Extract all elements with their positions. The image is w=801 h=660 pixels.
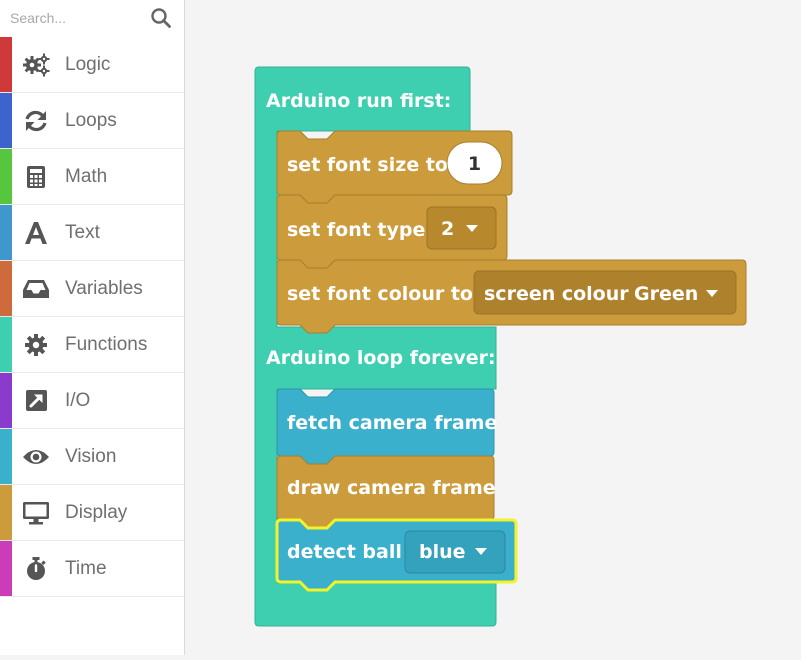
arduino-loop-forever-label: Arduino loop forever: [266,347,496,369]
font-type-value: 2 [441,218,454,240]
screen-colour-label: screen colour [484,283,629,305]
set-font-colour-label: set font colour to [287,283,473,305]
font-type-dropdown[interactable] [426,206,497,250]
detect-ball-block[interactable]: detect ball blue [275,518,518,592]
category-label-loops: Loops [65,110,117,131]
category-functions[interactable]: Functions [0,317,184,373]
fetch-camera-frame-label: fetch camera frame [287,412,497,434]
gears-icon [23,53,50,77]
category-label-logic: Logic [65,54,111,75]
arduino-run-first-label: Arduino run first: [266,90,451,112]
toolbox-sidebar: Logic Loops Math Text [0,0,185,655]
category-color-strip [0,149,12,204]
category-color-strip [0,205,12,260]
gear-icon [25,334,47,356]
draw-camera-frame-label: draw camera frame [287,477,496,499]
blocks-workspace[interactable]: Arduino run first: Arduino loop forever:… [185,0,801,655]
category-time[interactable]: Time [0,541,184,597]
category-logic[interactable]: Logic [0,37,184,93]
category-color-strip [0,429,12,484]
set-font-colour-block[interactable]: set font colour to screen colour Green [276,259,747,334]
category-color-strip [0,541,12,596]
category-text[interactable]: Text [0,205,184,261]
category-label-display: Display [65,502,128,523]
set-font-type-block[interactable]: set font type 2 [276,194,508,269]
category-display[interactable]: Display [0,485,184,541]
set-font-size-label: set font size to [287,154,448,176]
category-color-strip [0,317,12,372]
stopwatch-icon [27,557,46,580]
category-color-strip [0,485,12,540]
fetch-camera-frame-block[interactable]: fetch camera frame [276,388,497,465]
refresh-icon [25,110,47,132]
search-input[interactable] [6,6,154,30]
letter-a-icon [25,222,47,244]
category-label-text: Text [65,222,100,243]
eye-icon [23,450,49,464]
category-loops[interactable]: Loops [0,93,184,149]
category-label-vision: Vision [65,446,117,467]
set-font-size-block[interactable]: set font size to 1 [276,130,513,204]
draw-camera-frame-block[interactable]: draw camera frame [276,455,496,529]
category-color-strip [0,373,12,428]
detect-ball-label: detect ball [287,541,402,563]
category-color-strip [0,261,12,316]
category-variables[interactable]: Variables [0,261,184,317]
set-font-type-label: set font type [287,219,425,241]
category-label-variables: Variables [65,278,143,299]
search-bar [0,0,184,37]
category-vision[interactable]: Vision [0,429,184,485]
calculator-icon [27,166,45,188]
category-color-strip [0,93,12,148]
external-link-icon [26,390,47,411]
screen-colour-value[interactable]: Green [634,283,698,305]
category-io[interactable]: I/O [0,373,184,429]
category-label-time: Time [65,558,107,579]
monitor-icon [23,502,49,525]
category-label-io: I/O [65,390,91,411]
inbox-tray-icon [23,280,49,298]
workspace-canvas: Arduino run first: Arduino loop forever:… [254,66,747,627]
font-size-value: 1 [468,153,481,175]
category-color-strip [0,37,12,92]
category-label-functions: Functions [65,334,148,355]
search-icon[interactable] [150,7,172,29]
category-math[interactable]: Math [0,149,184,205]
category-label-math: Math [65,166,108,187]
ball-colour-value: blue [419,541,466,563]
